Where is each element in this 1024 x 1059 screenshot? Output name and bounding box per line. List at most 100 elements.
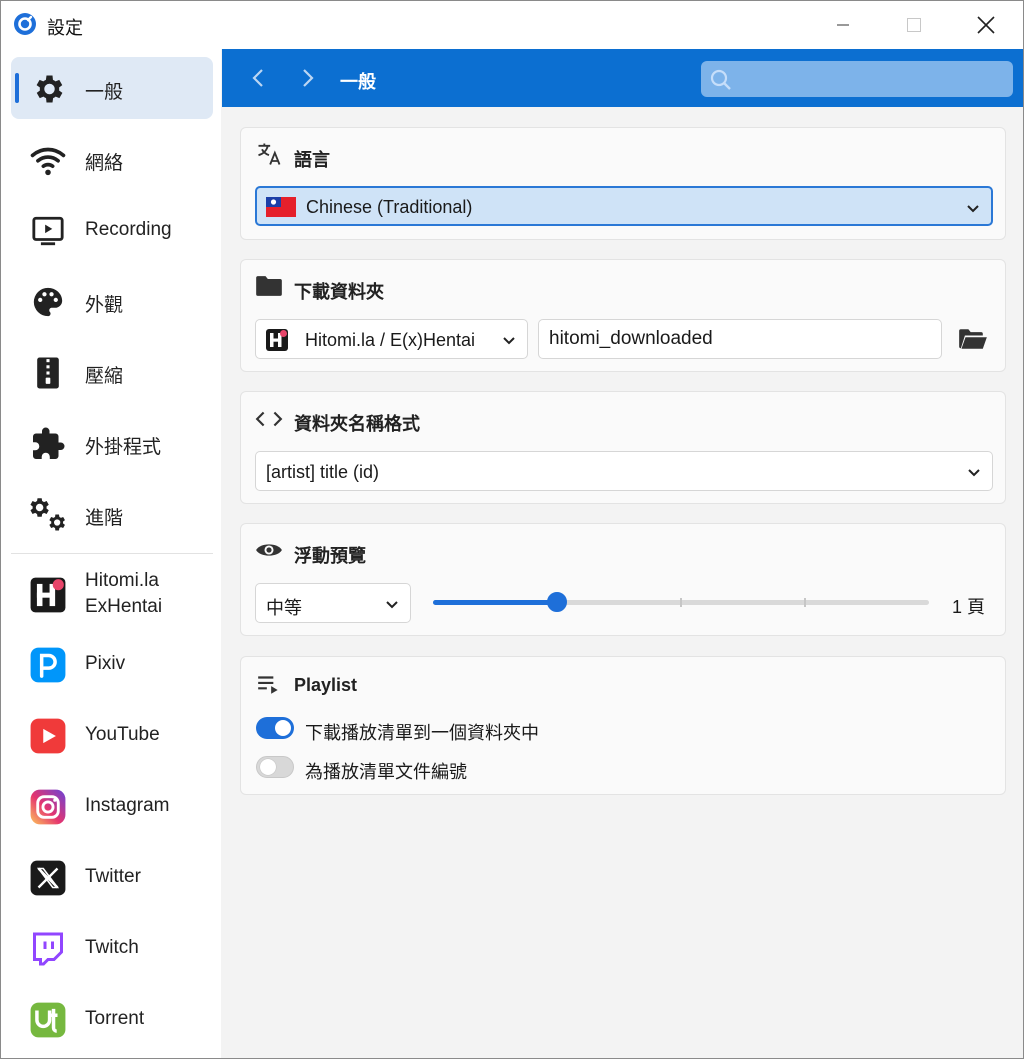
slider-tick	[680, 598, 682, 607]
app-logo-icon	[14, 13, 36, 35]
eye-icon	[255, 536, 283, 564]
sidebar-item-appearance[interactable]: 外觀	[11, 270, 213, 332]
close-icon	[977, 16, 995, 34]
site-select[interactable]: Hitomi.la / E(x)Hentai	[255, 319, 528, 359]
sidebar-item-torrent[interactable]: Torrent	[11, 988, 213, 1050]
sidebar-item-label: 一般	[85, 82, 124, 103]
hitomi-logo-icon	[27, 576, 69, 614]
sidebar-item-label: Twitter	[85, 866, 141, 887]
screen-recording-icon	[27, 212, 69, 250]
toggle-label: 下載播放清單到一個資料夾中	[305, 723, 539, 743]
folder-name-field[interactable]	[538, 319, 942, 359]
forward-button[interactable]	[296, 65, 320, 91]
chevron-right-icon	[303, 69, 314, 87]
folder-name-format-card: 資料夾名稱格式 [artist] title (id)	[240, 391, 1006, 504]
sidebar-item-label: 外觀	[85, 295, 124, 316]
card-title: 資料夾名稱格式	[294, 414, 420, 434]
page-title: 一般	[340, 72, 376, 92]
site-selected: Hitomi.la / E(x)Hentai	[305, 330, 476, 350]
search-box[interactable]	[701, 61, 1013, 97]
card-title: 語言	[294, 150, 330, 170]
site-name-line2: ExHentai	[85, 596, 163, 617]
slider-tick	[804, 598, 806, 607]
download-folder-card: 下載資料夾 Hitomi.la / E(x)Hentai	[240, 259, 1006, 372]
playlist-icon	[255, 670, 283, 698]
sidebar-item-network[interactable]: 網絡	[11, 128, 213, 190]
sidebar-item-label: 外掛程式	[85, 437, 162, 458]
language-selected: Chinese (Traditional)	[306, 197, 473, 217]
sidebar-item-general[interactable]: 一般	[11, 57, 213, 119]
preview-pages-readout: 1 頁	[952, 597, 986, 617]
language-select[interactable]: Chinese (Traditional)	[255, 186, 993, 226]
sidebar-divider	[11, 553, 213, 554]
sidebar-item-label: 壓縮	[85, 366, 124, 387]
format-selected: [artist] title (id)	[266, 462, 380, 482]
close-button[interactable]	[951, 1, 1021, 49]
sidebar-item-plugins[interactable]: 外掛程式	[11, 412, 213, 474]
hover-preview-card: 浮動預覽 中等	[240, 523, 1006, 636]
gear-icon	[27, 70, 69, 108]
sidebar-item-label: Torrent	[85, 1008, 145, 1029]
preview-pages-slider[interactable]	[433, 592, 929, 612]
x-logo-icon	[27, 859, 69, 897]
page-header: 一般	[222, 49, 1023, 107]
maximize-button[interactable]	[879, 1, 949, 49]
hitomi-logo-icon	[266, 329, 288, 351]
slider-fill	[433, 600, 557, 605]
card-title: 下載資料夾	[294, 282, 384, 302]
palette-icon	[27, 283, 69, 321]
preview-size-select[interactable]: 中等	[255, 583, 411, 623]
sidebar-item-hitomi[interactable]: Hitomi.la ExHentai	[11, 563, 213, 625]
sidebar-item-twitch[interactable]: Twitch	[11, 917, 213, 979]
sidebar-item-recording[interactable]: Recording	[11, 199, 213, 261]
folder-name-input[interactable]	[539, 320, 941, 358]
zip-archive-icon	[27, 354, 69, 392]
site-name-line1: Hitomi.la	[85, 570, 159, 591]
twitch-logo-icon	[27, 930, 69, 968]
instagram-logo-icon	[27, 788, 69, 826]
toggle-knob	[275, 720, 291, 736]
title-bar: 設定	[1, 1, 1023, 49]
sidebar-item-youtube[interactable]: YouTube	[11, 704, 213, 766]
language-card: 語言 Chinese (Traditional)	[240, 127, 1006, 240]
sidebar-item-label: 網絡	[85, 153, 124, 174]
search-input[interactable]	[701, 61, 1013, 97]
active-indicator	[15, 73, 19, 103]
card-title: Playlist	[294, 675, 358, 695]
chevron-down-icon	[503, 337, 515, 345]
sidebar-item-advanced[interactable]: 進階	[11, 483, 213, 545]
wifi-icon	[27, 141, 69, 179]
sidebar-item-label: Hitomi.la ExHentai	[85, 568, 162, 620]
toggle-label: 為播放清單文件編號	[305, 762, 467, 782]
sidebar: 一般 網絡 Recording 外觀 壓縮 外掛程式 進階 Hitomi.la …	[1, 49, 221, 1058]
minimize-icon	[837, 24, 849, 26]
translate-icon	[255, 140, 283, 168]
slider-thumb[interactable]	[547, 592, 567, 612]
taiwan-flag-icon	[266, 197, 296, 217]
open-folder-icon	[959, 329, 987, 349]
gears-icon	[27, 496, 69, 534]
browse-folder-button[interactable]	[956, 324, 990, 354]
settings-window: 設定 一般 網絡 Recording 外觀 壓縮 外掛程式 進階 Hitomi.…	[0, 0, 1024, 1059]
format-select[interactable]: [artist] title (id)	[255, 451, 993, 491]
card-title: 浮動預覽	[294, 546, 366, 566]
playlist-folder-toggle[interactable]	[256, 717, 294, 739]
sidebar-item-label: Recording	[85, 219, 172, 240]
toggle-knob	[260, 759, 276, 775]
sidebar-item-compression[interactable]: 壓縮	[11, 341, 213, 403]
chevron-left-icon	[252, 69, 263, 87]
youtube-logo-icon	[27, 717, 69, 755]
sidebar-item-twitter[interactable]: Twitter	[11, 846, 213, 908]
sidebar-item-label: Pixiv	[85, 653, 126, 674]
sidebar-item-pixiv[interactable]: Pixiv	[11, 633, 213, 695]
sidebar-item-label: Twitch	[85, 937, 139, 958]
puzzle-icon	[27, 425, 69, 463]
sidebar-item-instagram[interactable]: Instagram	[11, 775, 213, 837]
back-button[interactable]	[246, 65, 270, 91]
minimize-button[interactable]	[808, 1, 878, 49]
playlist-numbering-toggle[interactable]	[256, 756, 294, 778]
sidebar-item-label: 進階	[85, 508, 124, 529]
folder-icon	[255, 272, 283, 300]
maximize-icon	[907, 18, 921, 32]
utorrent-logo-icon	[27, 1001, 69, 1039]
